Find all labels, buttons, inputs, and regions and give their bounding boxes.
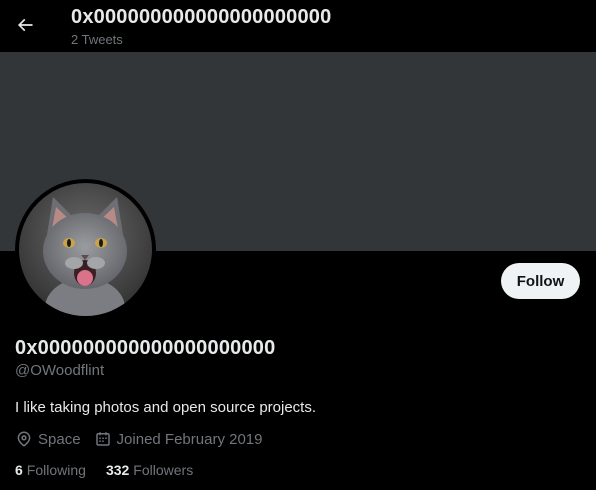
header-title: 0x000000000000000000000 — [71, 6, 332, 28]
followers-link[interactable]: 332 Followers — [106, 462, 193, 478]
profile-handle: @OWoodflint — [15, 362, 105, 379]
profile-bio: I like taking photos and open source pro… — [15, 399, 317, 416]
following-count: 6 — [15, 462, 23, 478]
avatar-image — [19, 183, 152, 316]
arrow-left-icon — [17, 18, 33, 32]
followers-count: 332 — [105, 462, 130, 478]
kitten-image — [19, 183, 152, 316]
follow-button[interactable]: Follow — [501, 263, 580, 299]
profile-display-name: 0x000000000000000000000 — [15, 337, 276, 359]
follow-stats: 6 Following 332 Followers — [15, 461, 213, 479]
location-text: Space — [38, 430, 81, 448]
followers-label: Followers — [133, 462, 194, 478]
joined-text: Joined February 2019 — [116, 430, 263, 448]
avatar[interactable] — [15, 179, 156, 320]
joined-item: Joined February 2019 — [94, 430, 263, 448]
following-link[interactable]: 6 Following — [15, 462, 86, 478]
profile-meta: Space Joined February 2019 — [15, 429, 275, 449]
following-label: Following — [26, 462, 86, 478]
calendar-icon — [95, 432, 110, 446]
top-bar: 0x000000000000000000000 2 Tweets — [0, 0, 596, 52]
back-button[interactable] — [8, 8, 42, 42]
location-item: Space — [15, 430, 81, 448]
location-pin-icon — [17, 431, 31, 447]
tweet-count: 2 Tweets — [71, 32, 123, 47]
